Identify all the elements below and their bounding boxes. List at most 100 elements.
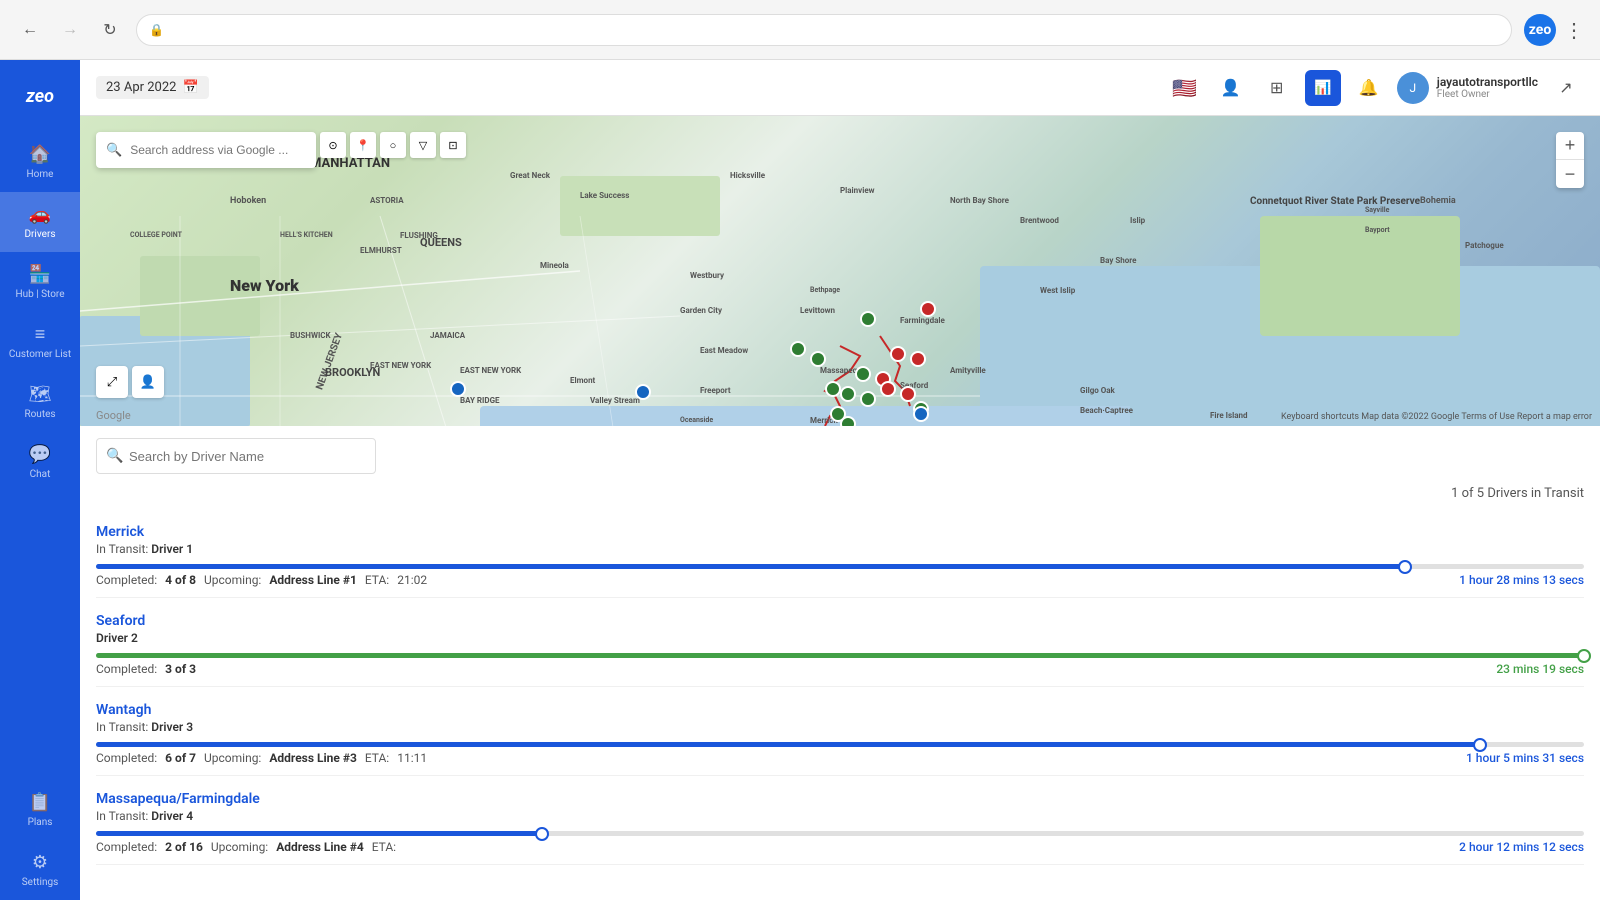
map-marker-green-6 [840, 386, 856, 402]
map-tool-1[interactable]: ⊙ [320, 132, 346, 158]
reload-button[interactable]: ↻ [96, 16, 124, 44]
map-marker-green-7 [860, 391, 876, 407]
map-marker-green-9 [840, 416, 856, 426]
sidebar-item-plans[interactable]: 📋 Plans [0, 780, 80, 840]
map-marker-red-3 [910, 351, 926, 367]
customer-list-icon: ≡ [35, 324, 46, 345]
calendar-icon: 📅 [182, 80, 198, 95]
driver-status-merrick: In Transit: Driver 1 [96, 542, 193, 556]
progress-bar-massapequa [96, 831, 1584, 836]
map-search-input[interactable] [130, 143, 306, 157]
map-marker-blue-1 [450, 381, 466, 397]
back-button[interactable]: ← [16, 16, 44, 44]
drivers-icon: 🚗 [29, 204, 51, 225]
sidebar-item-settings[interactable]: ⚙ Settings [0, 840, 80, 900]
sidebar-item-drivers[interactable]: 🚗 Drivers [0, 192, 80, 252]
driver-row-wantagh: Wantagh In Transit: Driver 3 Completed:6… [96, 687, 1584, 776]
progress-bar-seaford [96, 653, 1584, 658]
sidebar-item-routes[interactable]: 🗺 Routes [0, 372, 80, 432]
progress-track-massapequa [96, 831, 1584, 836]
driver-route-name-massapequa[interactable]: Massapequa/Farmingdale [96, 791, 260, 807]
driver-time-remaining-merrick: 1 hour 28 mins 13 secs [1459, 573, 1584, 587]
chart-bar-icon[interactable]: 📊 [1305, 70, 1341, 106]
map-background: MANHATTAN New York QUEENS NEW JERSEY BRO… [80, 116, 1600, 426]
map-marker-blue-2 [635, 384, 651, 400]
progress-thumb-merrick[interactable] [1398, 560, 1412, 574]
date-badge: 23 Apr 2022 📅 [96, 76, 209, 99]
plans-icon: 📋 [29, 792, 51, 813]
map-marker-green-5 [825, 381, 841, 397]
sidebar-item-customer-list-label: Customer List [9, 349, 71, 360]
browser-right: zeo ⋮ [1524, 14, 1584, 46]
progress-thumb-seaford[interactable] [1577, 649, 1591, 663]
routes-icon: 🗺 [29, 384, 52, 405]
google-logo: Google [96, 409, 131, 422]
sidebar-item-plans-label: Plans [28, 817, 53, 828]
grid-icon[interactable]: ⊞ [1259, 70, 1295, 106]
driver-status-seaford: Driver 2 [96, 631, 145, 645]
driver-row-merrick: Merrick In Transit: Driver 1 Completed:4… [96, 509, 1584, 598]
map-search-box[interactable]: 🔍 [96, 132, 316, 168]
map-expand-button[interactable]: ⤢ [96, 366, 128, 398]
browser-menu-button[interactable]: ⋮ [1564, 18, 1584, 42]
driver-search-input[interactable] [96, 438, 376, 474]
map-marker-green-2 [790, 341, 806, 357]
progress-track-merrick [96, 564, 1584, 569]
map-search-icon: 🔍 [106, 143, 122, 158]
map-marker-red-5 [880, 381, 896, 397]
sidebar-item-chat-label: Chat [30, 469, 51, 480]
driver-details-massapequa: Completed:2 of 16 Upcoming: Address Line… [96, 840, 1584, 854]
progress-track-wantagh [96, 742, 1584, 747]
sidebar-item-chat[interactable]: 💬 Chat [0, 432, 80, 492]
driver-route-name-merrick[interactable]: Merrick [96, 524, 144, 540]
map-marker-red-2 [890, 346, 906, 362]
progress-bar-merrick [96, 564, 1584, 569]
user-menu[interactable]: J jayautotransportllc Fleet Owner [1397, 72, 1538, 104]
progress-fill-seaford [96, 653, 1584, 658]
address-bar[interactable]: 🔒 [136, 14, 1512, 46]
driver-row-seaford: Seaford Driver 2 Completed:3 of 3 23 min… [96, 598, 1584, 687]
driver-count: 1 of 5 Drivers in Transit [1451, 486, 1584, 501]
driver-row-massapequa: Massapequa/Farmingdale In Transit: Drive… [96, 776, 1584, 865]
map-toolbar: ⊙ 📍 ○ ▽ ⊡ [320, 132, 466, 158]
map-tool-3[interactable]: ○ [380, 132, 406, 158]
sidebar-item-home-label: Home [27, 169, 54, 180]
zeo-browser-avatar: zeo [1524, 14, 1556, 46]
sidebar-item-settings-label: Settings [22, 877, 59, 888]
map-tool-4[interactable]: ▽ [410, 132, 436, 158]
sidebar-item-customer-list[interactable]: ≡ Customer List [0, 312, 80, 372]
forward-button[interactable]: → [56, 16, 84, 44]
person-icon[interactable]: 👤 [1213, 70, 1249, 106]
sidebar-item-home[interactable]: 🏠 Home [0, 132, 80, 192]
map-zoom-controls: + − [1556, 132, 1584, 188]
map-marker-green-1 [860, 311, 876, 327]
app-container: zeo 🏠 Home 🚗 Drivers 🏪 Hub | Store ≡ Cus… [0, 60, 1600, 900]
share-icon[interactable]: ↗ [1548, 70, 1584, 106]
user-role: Fleet Owner [1437, 89, 1538, 100]
map-tool-2[interactable]: 📍 [350, 132, 376, 158]
driver-route-name-wantagh[interactable]: Wantagh [96, 702, 151, 718]
zoom-in-button[interactable]: + [1556, 132, 1584, 160]
browser-chrome: ← → ↻ 🔒 zeo ⋮ [0, 0, 1600, 60]
driver-status-massapequa: In Transit: Driver 4 [96, 809, 260, 823]
driver-route-name-seaford[interactable]: Seaford [96, 613, 145, 629]
map-attribution: Keyboard shortcuts Map data ©2022 Google… [1281, 412, 1592, 422]
map-tool-5[interactable]: ⊡ [440, 132, 466, 158]
lock-icon: 🔒 [149, 23, 164, 37]
map-person-button[interactable]: 👤 [132, 366, 164, 398]
settings-icon: ⚙ [32, 852, 48, 873]
drivers-panel: 🔍 1 of 5 Drivers in Transit Merrick In T… [80, 426, 1600, 900]
map-marker-green-3 [810, 351, 826, 367]
driver-details-merrick: Completed:4 of 8 Upcoming: Address Line … [96, 573, 1584, 587]
avatar: J [1397, 72, 1429, 104]
driver-details-wantagh: Completed:6 of 7 Upcoming: Address Line … [96, 751, 1584, 765]
bell-icon[interactable]: 🔔 [1351, 70, 1387, 106]
progress-thumb-massapequa[interactable] [535, 827, 549, 841]
zoom-out-button[interactable]: − [1556, 160, 1584, 188]
progress-thumb-wantagh[interactable] [1473, 738, 1487, 752]
driver-details-seaford: Completed:3 of 3 23 mins 19 secs [96, 662, 1584, 676]
map-marker-red-6 [900, 386, 916, 402]
progress-fill-merrick [96, 564, 1405, 569]
sidebar-item-hub-store[interactable]: 🏪 Hub | Store [0, 252, 80, 312]
flag-icon[interactable]: 🇺🇸 [1167, 70, 1203, 106]
